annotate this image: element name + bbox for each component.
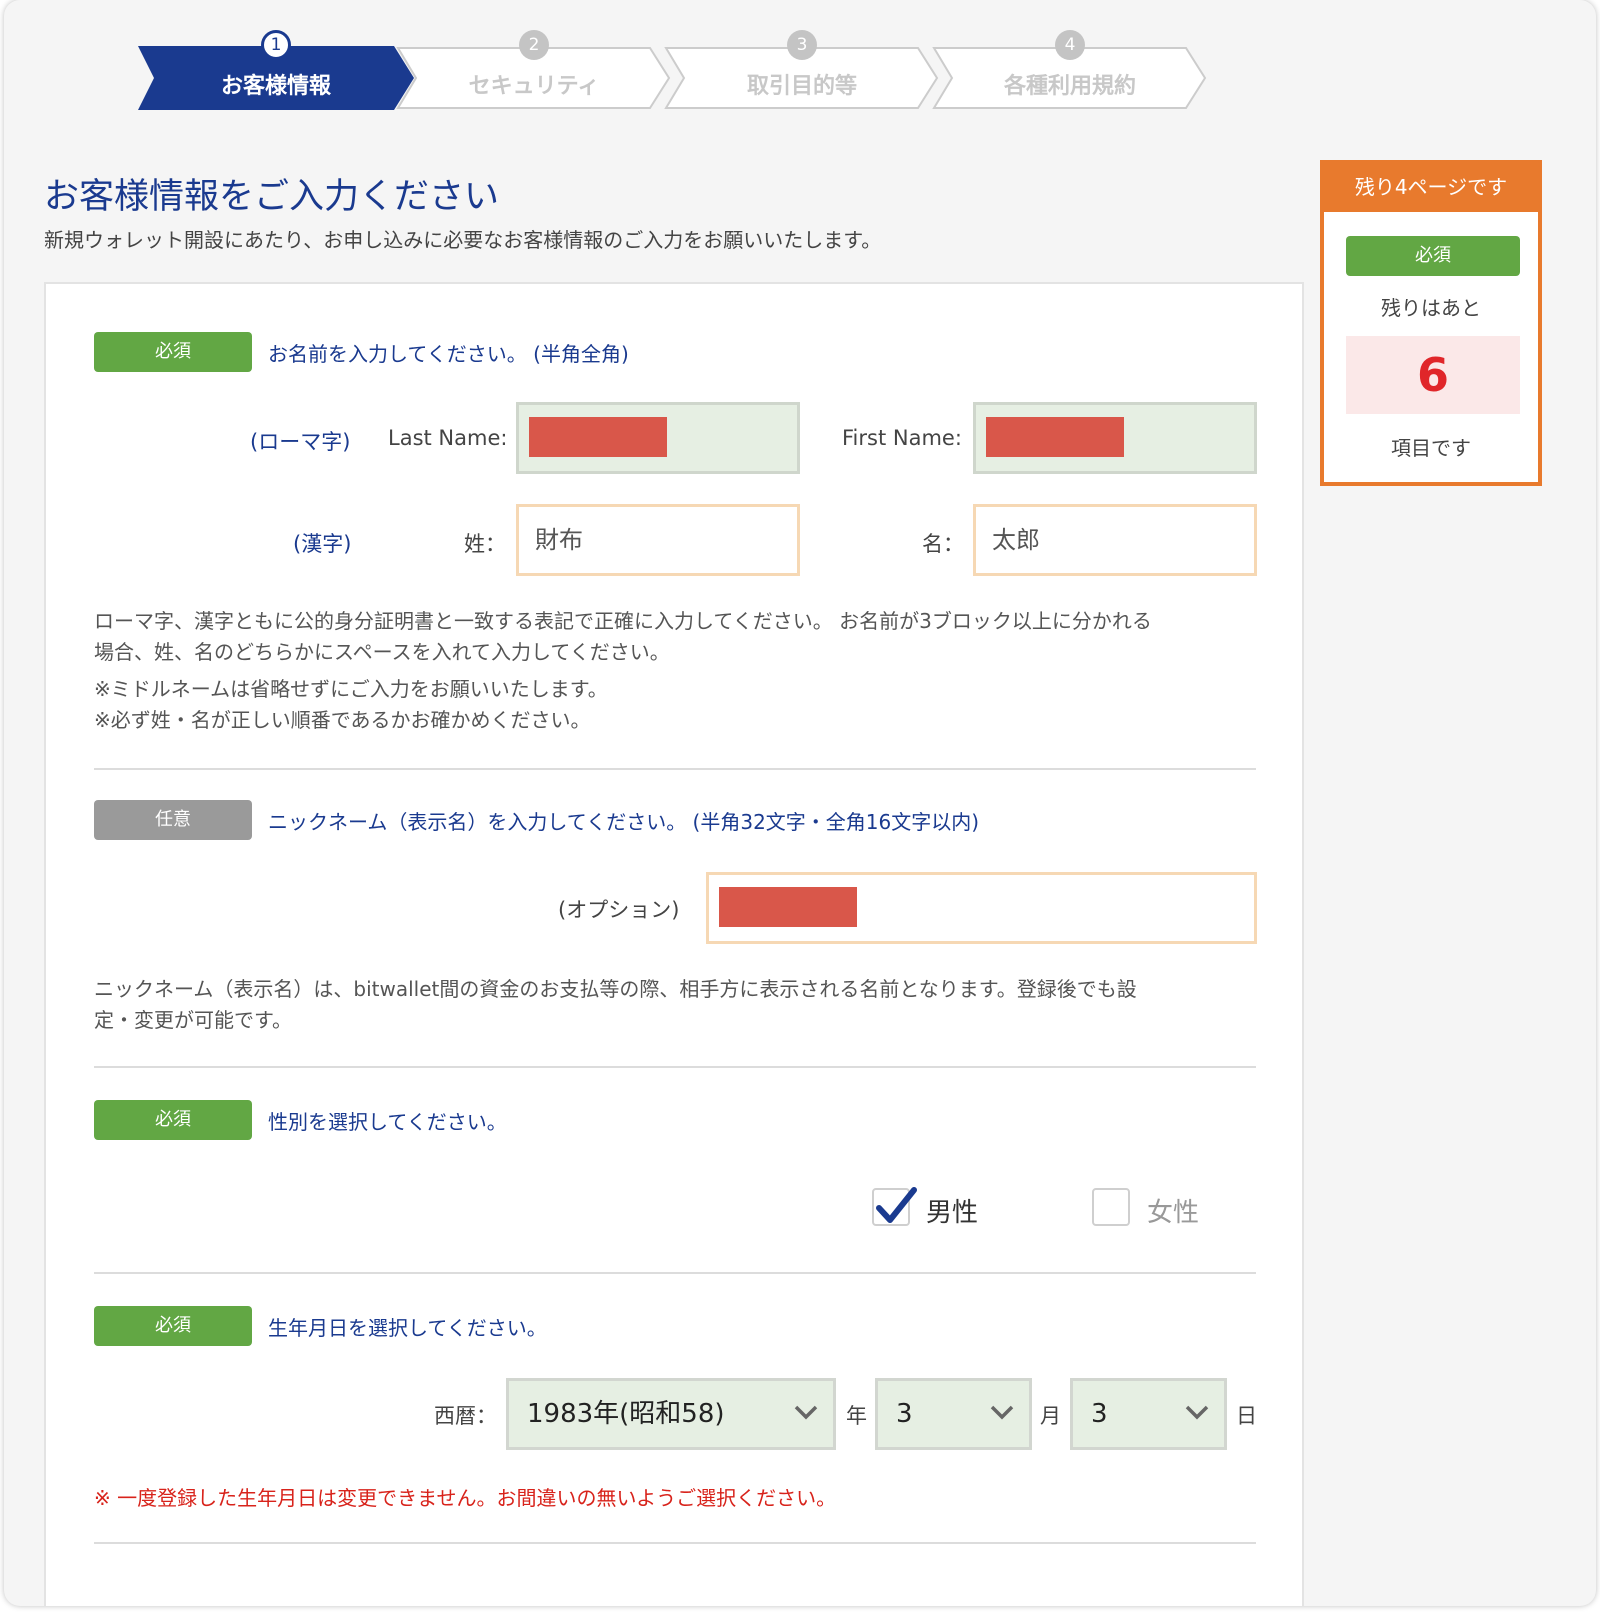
gender-question: 性別を選択してください。	[268, 1110, 507, 1134]
year-unit: 年	[846, 1404, 867, 1428]
last-name-input[interactable]	[516, 402, 800, 474]
redacted-value	[719, 887, 857, 927]
sei-input[interactable]: 財布	[516, 504, 800, 576]
step-number: 1	[261, 30, 291, 60]
step-number: 3	[787, 30, 817, 60]
month-select[interactable]: 3	[875, 1378, 1032, 1450]
step-customer-info: 1 お客様情報	[138, 30, 414, 110]
step-number: 2	[519, 30, 549, 60]
kanji-label: (漢字)	[293, 532, 352, 556]
step-label: セキュリティ	[468, 74, 600, 99]
nickname-note-line: ニックネーム（表示名）は、bitwallet間の資金のお支払等の際、相手方に表示…	[94, 977, 1137, 1001]
month-unit: 月	[1040, 1404, 1061, 1428]
page-frame: 1 お客様情報 2 セキュリティ 3 取引目的等 4 各種利用規約 お客様情報を…	[4, 0, 1596, 1606]
name-note: ローマ字、漢字ともに公的身分証明書と一致する表記で正確に入力してください。 お名…	[94, 606, 1264, 736]
optional-badge: 任意	[94, 800, 252, 840]
chevron-down-icon	[1185, 1405, 1209, 1420]
step-label: お客様情報	[220, 74, 331, 99]
female-checkbox[interactable]	[1092, 1188, 1130, 1226]
day-select[interactable]: 3	[1070, 1378, 1227, 1450]
step-number: 4	[1055, 30, 1085, 60]
nickname-input[interactable]	[706, 872, 1257, 944]
nickname-note: ニックネーム（表示名）は、bitwallet間の資金のお支払等の際、相手方に表示…	[94, 974, 1264, 1036]
era-label: 西暦：	[434, 1404, 497, 1428]
progress-steps: 1 お客様情報 2 セキュリティ 3 取引目的等 4 各種利用規約	[138, 30, 1248, 114]
divider	[94, 1066, 1256, 1068]
name-note-line: ※必ず姓・名が正しい順番であるかお確かめください。	[94, 708, 591, 732]
nickname-question: ニックネーム（表示名）を入力してください。 (半角32文字・全角16文字以内)	[268, 810, 980, 834]
step-trade-purpose: 3 取引目的等	[664, 30, 940, 110]
sei-label: 姓：	[464, 532, 506, 556]
page-subtitle: 新規ウォレット開設にあたり、お申し込みに必要なお客様情報のご入力をお願いいたしま…	[44, 228, 882, 252]
day-select-value: 3	[1091, 1399, 1108, 1429]
required-badge: 必須	[1346, 236, 1520, 276]
name-question: お名前を入力してください。 (半角全角)	[268, 342, 629, 366]
required-badge: 必須	[94, 1306, 252, 1346]
items-label: 項目です	[1391, 436, 1471, 460]
step-security: 2 セキュリティ	[396, 30, 672, 110]
step-terms: 4 各種利用規約	[932, 30, 1208, 110]
name-note-line: ローマ字、漢字ともに公的身分証明書と一致する表記で正確に入力してください。 お名…	[94, 609, 1152, 633]
remaining-count: 6	[1346, 336, 1520, 414]
name-note-line: 場合、姓、名のどちらかにスペースを入れて入力してください。	[94, 640, 670, 664]
male-label[interactable]: 男性	[926, 1192, 978, 1229]
redacted-value	[529, 417, 667, 457]
remaining-pages-header: 残り4ページです	[1324, 164, 1538, 212]
form-card: 必須 お名前を入力してください。 (半角全角) (ローマ字) Last Name…	[44, 282, 1304, 1606]
chevron-down-icon	[990, 1405, 1014, 1420]
option-label: (オプション)	[558, 898, 680, 922]
month-select-value: 3	[896, 1399, 913, 1429]
first-name-label: First Name:	[842, 426, 962, 450]
first-name-input[interactable]	[973, 402, 1257, 474]
checkmark-icon	[876, 1187, 917, 1223]
male-checkbox[interactable]	[872, 1187, 917, 1226]
required-badge: 必須	[94, 1100, 252, 1140]
required-badge: 必須	[94, 332, 252, 372]
step-label: 各種利用規約	[1003, 74, 1136, 99]
divider	[94, 1272, 1256, 1274]
divider	[94, 1542, 1256, 1544]
romaji-label: (ローマ字)	[250, 430, 351, 454]
step-label: 取引目的等	[746, 74, 857, 99]
remaining-panel: 残り4ページです 必須 残りはあと 6 項目です	[1320, 160, 1542, 486]
mei-input[interactable]: 太郎	[973, 504, 1257, 576]
last-name-label: Last Name:	[388, 426, 508, 450]
nickname-note-line: 定・変更が可能です。	[94, 1008, 292, 1032]
name-note-line: ※ミドルネームは省略せずにご入力をお願いいたします。	[94, 677, 608, 701]
birthdate-question: 生年月日を選択してください。	[268, 1316, 547, 1340]
page-title: お客様情報をご入力ください	[44, 177, 500, 217]
remaining-label: 残りはあと	[1381, 296, 1481, 320]
year-select[interactable]: 1983年(昭和58)	[506, 1378, 836, 1450]
female-label[interactable]: 女性	[1147, 1192, 1199, 1229]
divider	[94, 768, 1256, 770]
redacted-value	[986, 417, 1124, 457]
mei-label: 名：	[922, 532, 964, 556]
chevron-down-icon	[794, 1405, 818, 1420]
birthdate-warning: ※ 一度登録した生年月日は変更できません。お間違いの無いようご選択ください。	[94, 1486, 837, 1510]
year-select-value: 1983年(昭和58)	[527, 1399, 725, 1429]
day-unit: 日	[1236, 1404, 1257, 1428]
